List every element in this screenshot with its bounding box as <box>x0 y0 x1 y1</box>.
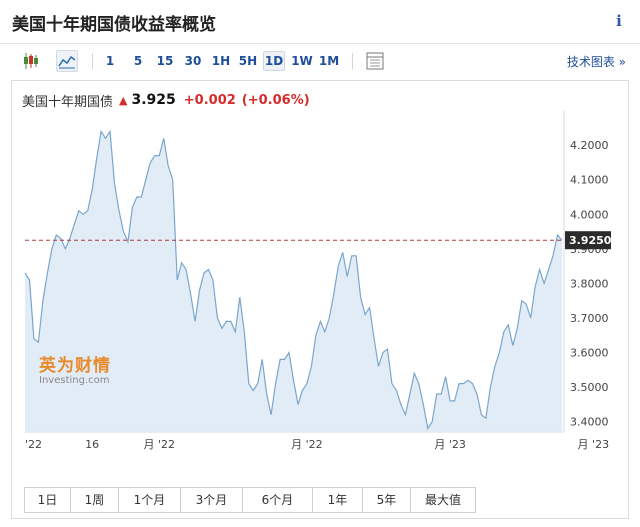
x-tick-label: 16 <box>85 438 99 451</box>
x-tick-label: '22 <box>25 438 42 451</box>
period-6mo-button[interactable]: 6个月 <box>243 488 313 512</box>
area-chart-icon[interactable] <box>56 50 78 72</box>
x-tick-label: 月 '22 <box>291 438 323 451</box>
x-tick-label: 月 '23 <box>578 438 610 451</box>
range-1d-button[interactable]: 1D <box>263 51 285 71</box>
range-5h-button[interactable]: 5H <box>237 51 259 71</box>
period-selector: 1日 1周 1个月 3个月 6个月 1年 5年 最大值 <box>24 487 476 513</box>
range-1h-button[interactable]: 1H <box>210 51 232 71</box>
period-1d-button[interactable]: 1日 <box>25 488 71 512</box>
range-15m-button[interactable]: 15 <box>155 51 175 71</box>
y-tick-label: 4.1000 <box>570 174 609 187</box>
range-1w-button[interactable]: 1W <box>290 51 314 71</box>
range-1mo-button[interactable]: 1M <box>318 51 340 71</box>
info-icon[interactable]: i <box>610 12 628 32</box>
chart-panel: 美国十年期国债 ▲ 3.925 +0.002 (+0.06%) 4.2000 4.… <box>11 80 629 519</box>
period-5y-button[interactable]: 5年 <box>363 488 411 512</box>
x-tick-label: 月 '22 <box>143 438 175 451</box>
toolbar-divider <box>352 53 353 69</box>
technical-chart-link[interactable]: 技术图表 » <box>567 53 626 70</box>
period-1mo-button[interactable]: 1个月 <box>119 488 181 512</box>
table-view-icon[interactable] <box>364 50 386 72</box>
header: 美国十年期国债收益率概览 i <box>0 0 640 44</box>
y-tick-label: 3.4000 <box>570 416 609 429</box>
y-tick-label: 3.7000 <box>570 312 609 325</box>
chart-toolbar: 1 5 15 30 1H 5H 1D 1W 1M 技术图表 » <box>0 47 640 75</box>
period-1y-button[interactable]: 1年 <box>313 488 363 512</box>
x-tick-label: 月 '23 <box>434 438 466 451</box>
candlestick-chart-icon[interactable] <box>20 50 42 72</box>
y-tick-label: 3.8000 <box>570 277 609 290</box>
price-area-fill <box>25 131 562 432</box>
y-tick-label: 3.6000 <box>570 347 609 360</box>
page-title: 美国十年期国债收益率概览 <box>12 15 216 35</box>
range-30m-button[interactable]: 30 <box>183 51 203 71</box>
range-1m-button[interactable]: 1 <box>102 51 118 71</box>
toolbar-divider <box>92 53 93 69</box>
range-5m-button[interactable]: 5 <box>130 51 146 71</box>
y-tick-label: 4.2000 <box>570 139 609 152</box>
period-max-button[interactable]: 最大值 <box>411 488 475 512</box>
y-tick-label: 3.5000 <box>570 381 609 394</box>
period-3mo-button[interactable]: 3个月 <box>181 488 243 512</box>
price-chart[interactable]: 4.20004.10004.00003.90003.80003.70003.60… <box>12 81 628 481</box>
current-price-label: 3.9250 <box>569 234 612 247</box>
period-1w-button[interactable]: 1周 <box>71 488 119 512</box>
y-tick-label: 4.0000 <box>570 208 609 221</box>
